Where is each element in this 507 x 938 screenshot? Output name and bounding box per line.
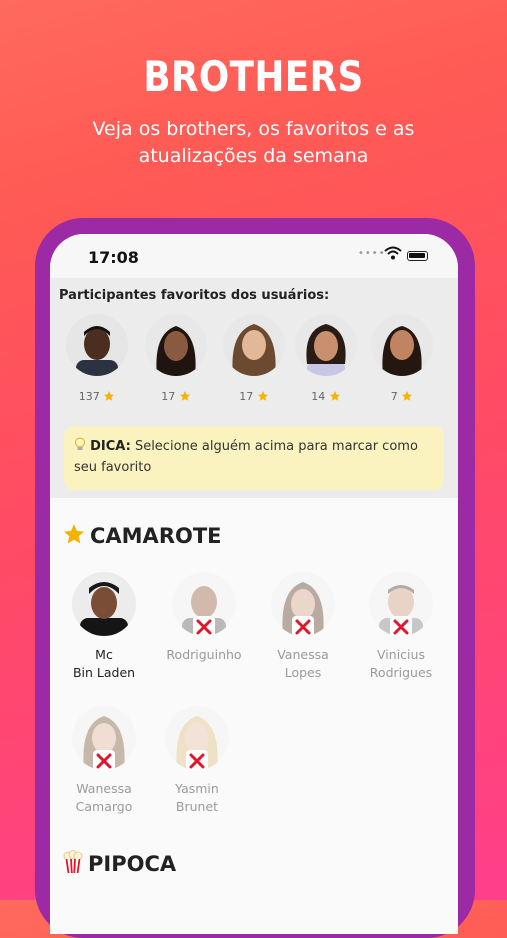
- avatar: [371, 314, 433, 376]
- star-icon: [64, 524, 84, 544]
- eliminated-x-icon: [93, 750, 115, 770]
- tip-box: DICA: Selecione alguém acima para marcar…: [64, 426, 444, 490]
- lightbulb-icon: [75, 437, 85, 450]
- hero-title: BROTHERS: [143, 52, 364, 101]
- favorite-count: 17: [239, 390, 254, 403]
- participant-name: Vanessa Lopes: [277, 647, 329, 680]
- favorite-participant[interactable]: 14: [294, 314, 358, 403]
- camarote-title: CAMAROTE: [90, 524, 222, 548]
- eliminated-x-icon: [292, 616, 314, 636]
- participant-name: Mc Bin Laden: [72, 647, 136, 680]
- popcorn-icon: [63, 850, 83, 874]
- participant-card[interactable]: Wanessa Camargo: [54, 706, 154, 816]
- favorite-count: 14: [311, 390, 326, 403]
- favorite-participant[interactable]: 17: [144, 314, 208, 403]
- favorites-section: Participantes favoritos dos usuários: 13…: [50, 278, 458, 498]
- phone-screen: 17:08 •••• Participantes favoritos dos u…: [50, 234, 458, 934]
- favorite-participant[interactable]: 17: [222, 314, 286, 403]
- participant-card[interactable]: Vinicius Rodrigues: [351, 572, 451, 682]
- star-icon: [329, 391, 340, 401]
- avatar: [271, 572, 335, 636]
- hero-subtitle: Veja os brothers, os favoritos e as atua…: [92, 118, 415, 167]
- participant-card[interactable]: Mc Bin Laden: [54, 572, 154, 682]
- status-time: 17:08: [88, 248, 139, 267]
- star-icon: [104, 391, 115, 401]
- favorites-title: Participantes favoritos dos usuários:: [59, 288, 330, 303]
- favorite-count: 137: [78, 390, 100, 403]
- signal-icon: ••••: [358, 248, 386, 259]
- favorite-participant[interactable]: 7: [370, 314, 434, 403]
- avatar: [295, 314, 357, 376]
- participant-name: Yasmin Brunet: [175, 781, 219, 814]
- pipoca-heading: PIPOCA: [62, 850, 176, 876]
- status-bar: 17:08 ••••: [50, 234, 458, 278]
- favorite-count: 7: [390, 390, 398, 403]
- eliminated-x-icon: [390, 616, 412, 636]
- favorite-participant[interactable]: 137: [65, 314, 129, 403]
- participant-name: Wanessa Camargo: [75, 781, 133, 814]
- battery-icon: [407, 251, 428, 261]
- avatar: [72, 706, 136, 770]
- pipoca-title: PIPOCA: [88, 852, 177, 876]
- avatar: [172, 572, 236, 636]
- avatar: [72, 572, 136, 636]
- star-icon: [257, 391, 268, 401]
- tip-prefix: DICA:: [90, 439, 131, 454]
- avatar: [165, 706, 229, 770]
- favorite-count: 17: [161, 390, 176, 403]
- star-icon: [179, 391, 190, 401]
- star-icon: [402, 391, 413, 401]
- eliminated-x-icon: [193, 616, 215, 636]
- participant-card[interactable]: Yasmin Brunet: [147, 706, 247, 816]
- avatar: [223, 314, 285, 376]
- avatar: [145, 314, 207, 376]
- participant-name: Vinicius Rodrigues: [369, 647, 433, 680]
- participant-card[interactable]: Vanessa Lopes: [253, 572, 353, 682]
- eliminated-x-icon: [186, 750, 208, 770]
- avatar: [369, 572, 433, 636]
- wifi-icon: [384, 246, 402, 260]
- camarote-heading: CAMAROTE: [62, 522, 222, 548]
- avatar: [66, 314, 128, 376]
- participant-card[interactable]: Rodriguinho: [154, 572, 254, 664]
- participant-name: Rodriguinho: [166, 647, 242, 662]
